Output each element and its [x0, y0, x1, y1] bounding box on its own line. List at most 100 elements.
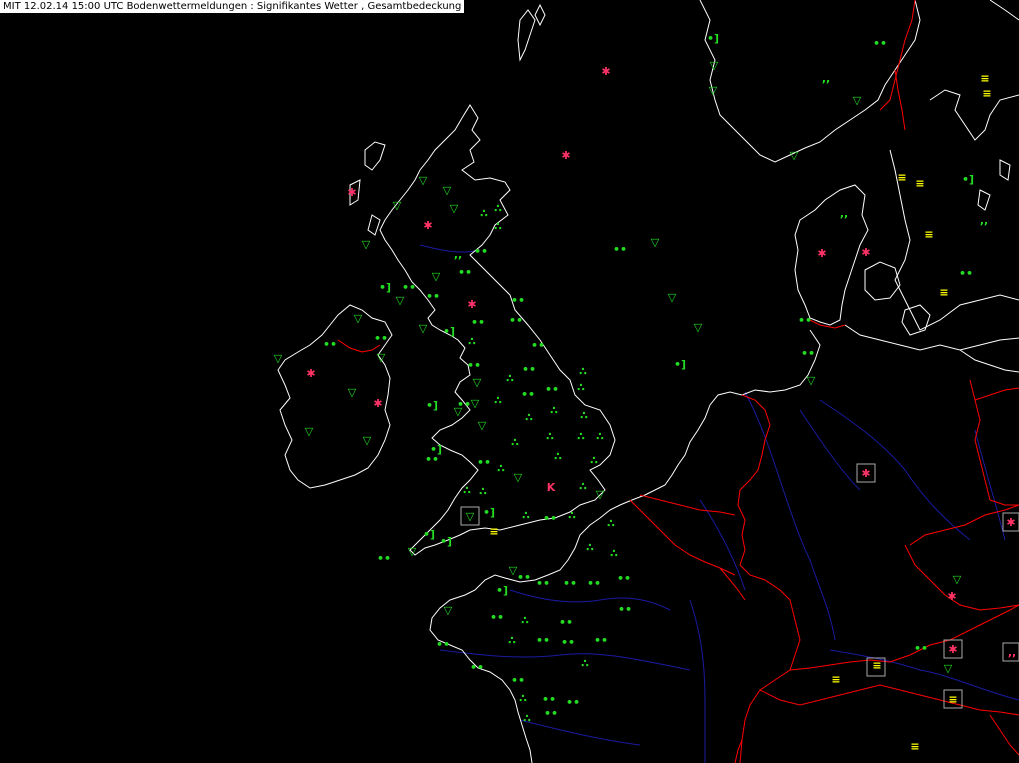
rain-shower-icon: ▽	[651, 236, 660, 249]
rain-dots-icon: ••	[544, 707, 558, 720]
shower-cluster-icon: ∴	[519, 692, 527, 705]
rain-shower-icon: ▽	[432, 270, 441, 283]
rain-dots-icon: ••	[613, 243, 627, 256]
rain-dots-icon: ••	[542, 693, 556, 706]
recent-precip-bracket-icon: •]	[423, 528, 435, 541]
rain-dots-icon: ••	[436, 638, 450, 651]
recent-precip-bracket-icon: •]	[674, 358, 686, 371]
snow-star-icon: ✱	[561, 149, 570, 162]
shower-cluster-icon: ∴	[577, 430, 585, 443]
fog-lines-icon: ≡	[489, 525, 498, 538]
rain-shower-icon: ▽	[596, 488, 605, 501]
shower-cluster-icon: ∴	[494, 202, 502, 215]
rain-dots-icon: ••	[543, 512, 557, 525]
rain-dots-icon: ••	[798, 314, 812, 327]
shower-cluster-icon: ∴	[525, 411, 533, 424]
rain-shower-icon: ▽	[274, 352, 283, 365]
rain-dots-icon: ••	[517, 571, 531, 584]
rain-shower-icon: ▽	[953, 573, 962, 586]
snow-star-icon: ✱	[1006, 516, 1015, 529]
snow-star-icon: ✱	[423, 219, 432, 232]
fog-lines-icon: ≡	[872, 659, 881, 672]
rain-shower-icon: ▽	[450, 202, 459, 215]
rain-dots-icon: ••	[801, 347, 815, 360]
shower-cluster-icon: ∴	[511, 436, 519, 449]
rain-shower-icon: ▽	[466, 510, 475, 523]
rain-shower-icon: ▽	[514, 471, 523, 484]
rain-dots-icon: ••	[873, 37, 887, 50]
shower-cluster-icon: ∴	[521, 614, 529, 627]
rain-shower-icon: ▽	[853, 94, 862, 107]
recent-precip-bracket-icon: •]	[426, 399, 438, 412]
shower-cluster-icon: ∴	[463, 484, 471, 497]
fog-lines-icon: ≡	[924, 228, 933, 241]
shower-cluster-icon: ∴	[577, 381, 585, 394]
rain-dots-icon: ••	[563, 577, 577, 590]
shower-cluster-icon: ∴	[480, 207, 488, 220]
shower-cluster-icon: ∴	[506, 372, 514, 385]
shower-cluster-icon: ∴	[590, 454, 598, 467]
rain-dots-icon: ••	[566, 696, 580, 709]
rain-shower-icon: ▽	[709, 84, 718, 97]
fog-lines-icon: ≡	[897, 171, 906, 184]
rain-shower-icon: ▽	[363, 434, 372, 447]
rain-dots-icon: ••	[377, 552, 391, 565]
fog-lines-icon: ≡	[980, 72, 989, 85]
rain-dots-icon: ••	[521, 388, 535, 401]
rain-dots-icon: ••	[914, 642, 928, 655]
rain-dots-icon: ••	[374, 332, 388, 345]
shower-cluster-icon: ∴	[550, 404, 558, 417]
rain-dots-icon: ••	[536, 634, 550, 647]
snow-star-icon: ✱	[948, 643, 957, 656]
shower-cluster-icon: ∴	[494, 394, 502, 407]
recent-precip-bracket-icon: •]	[496, 584, 508, 597]
rain-shower-icon: ▽	[807, 374, 816, 387]
rain-dots-icon: ••	[425, 453, 439, 466]
snow-star-icon: ✱	[306, 367, 315, 380]
drizzle-comma-icon: ,,	[980, 214, 988, 227]
rain-dots-icon: ••	[959, 267, 973, 280]
rain-shower-icon: ▽	[348, 386, 357, 399]
map-title-bar: MIT 12.02.14 15:00 UTC Bodenwettermeldun…	[0, 0, 466, 13]
rain-dots-icon: ••	[402, 281, 416, 294]
recent-precip-bracket-icon: •]	[962, 173, 974, 186]
rain-dots-icon: ••	[511, 294, 525, 307]
rain-dots-icon: ••	[490, 611, 504, 624]
rain-dots-icon: ••	[559, 616, 573, 629]
drizzle-comma-icon: ,,	[1008, 646, 1016, 659]
recent-precip-bracket-icon: •]	[379, 281, 391, 294]
shower-cluster-icon: ∴	[522, 509, 530, 522]
snow-star-icon: ✱	[861, 467, 870, 480]
rain-dots-icon: ••	[545, 383, 559, 396]
rain-shower-icon: ▽	[419, 322, 428, 335]
rain-dots-icon: ••	[509, 314, 523, 327]
rain-dots-icon: ••	[474, 245, 488, 258]
fog-lines-icon: ≡	[939, 286, 948, 299]
rain-dots-icon: ••	[594, 634, 608, 647]
rain-shower-icon: ▽	[694, 321, 703, 334]
thunderstorm-icon: K	[547, 481, 556, 494]
shower-cluster-icon: ∴	[568, 509, 576, 522]
drizzle-comma-icon: ,,	[454, 248, 462, 261]
recent-precip-bracket-icon: •]	[707, 32, 719, 45]
fog-lines-icon: ≡	[831, 673, 840, 686]
rain-shower-icon: ▽	[478, 419, 487, 432]
rain-shower-icon: ▽	[471, 397, 480, 410]
snow-star-icon: ✱	[467, 298, 476, 311]
rain-shower-icon: ▽	[419, 174, 428, 187]
rain-dots-icon: ••	[536, 577, 550, 590]
rain-dots-icon: ••	[323, 338, 337, 351]
shower-cluster-icon: ∴	[579, 480, 587, 493]
shower-cluster-icon: ∴	[596, 430, 604, 443]
fog-lines-icon: ≡	[982, 87, 991, 100]
shower-cluster-icon: ∴	[497, 462, 505, 475]
rain-dots-icon: ••	[477, 456, 491, 469]
fog-lines-icon: ≡	[915, 177, 924, 190]
rain-dots-icon: ••	[617, 572, 631, 585]
shower-cluster-icon: ∴	[508, 634, 516, 647]
rain-shower-icon: ▽	[473, 376, 482, 389]
rain-shower-icon: ▽	[454, 405, 463, 418]
rain-shower-icon: ▽	[354, 312, 363, 325]
rain-shower-icon: ▽	[944, 662, 953, 675]
drizzle-comma-icon: ,,	[840, 207, 848, 220]
